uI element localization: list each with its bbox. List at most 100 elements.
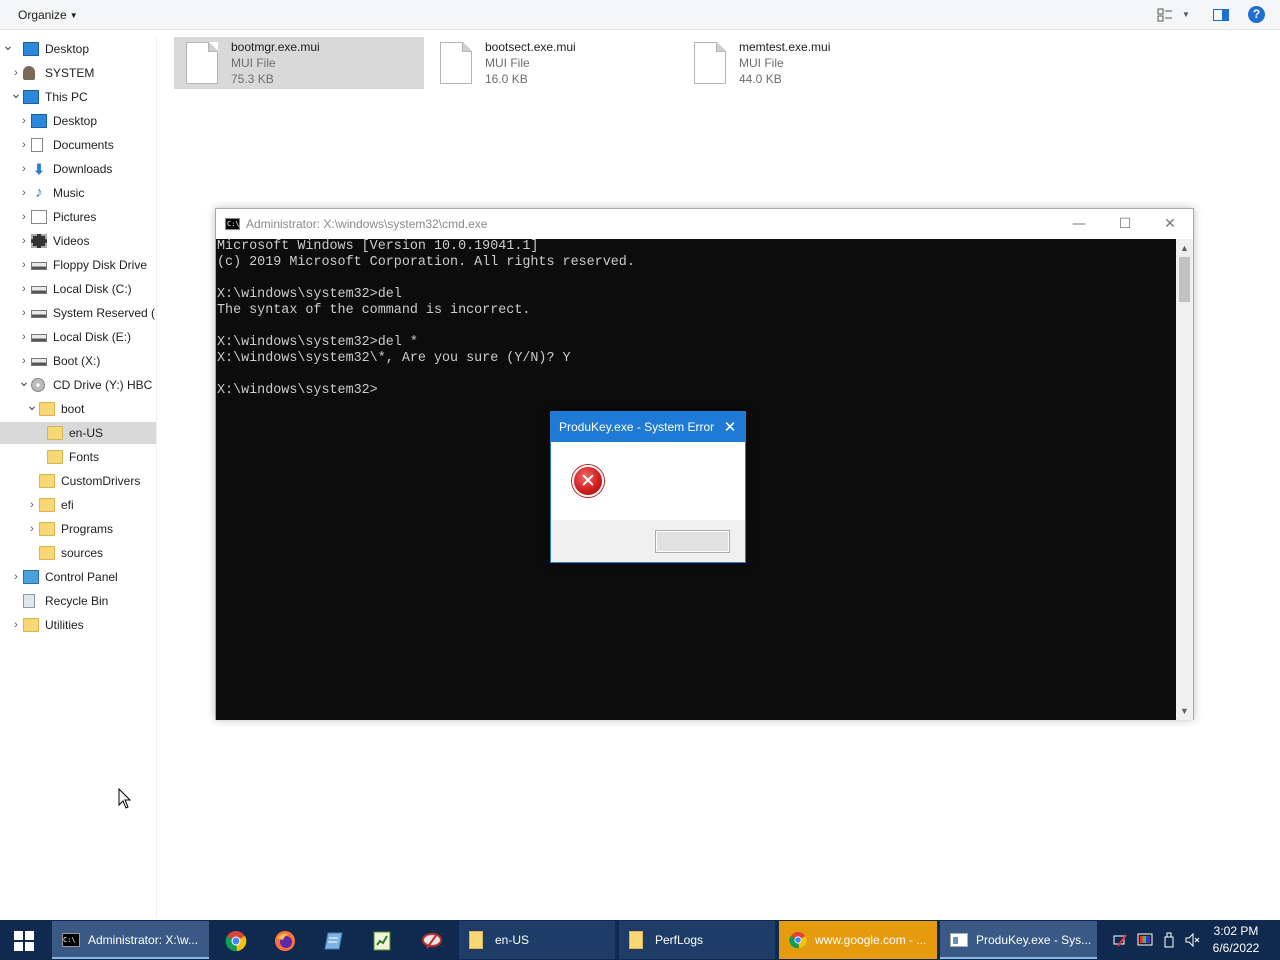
view-options-icon[interactable]: [1157, 7, 1173, 23]
nav-item-cd-drive[interactable]: ⌄ CD Drive (Y:) HBC: [0, 374, 156, 396]
nav-item-local-disk-c[interactable]: › Local Disk (C:): [0, 278, 156, 300]
chevron-right-icon[interactable]: ›: [18, 134, 30, 156]
nav-item-boot-x[interactable]: › Boot (X:): [0, 350, 156, 372]
console-scrollbar[interactable]: ▲ ▼: [1176, 239, 1193, 720]
preview-pane-icon[interactable]: [1213, 7, 1229, 23]
drive-icon: [31, 358, 47, 366]
firefox-icon[interactable]: [274, 930, 296, 952]
downloads-icon: ⬇: [33, 161, 45, 177]
chevron-right-icon[interactable]: ›: [26, 518, 38, 540]
nav-item-fonts[interactable]: Fonts: [0, 446, 156, 468]
cmd-title: Administrator: X:\windows\system32\cmd.e…: [246, 217, 488, 231]
nav-item-downloads[interactable]: › ⬇ Downloads: [0, 158, 156, 180]
chevron-right-icon[interactable]: ›: [18, 158, 30, 180]
nav-item-label: Fonts: [69, 450, 100, 464]
nav-item-system-reserved[interactable]: › System Reserved (: [0, 302, 156, 324]
nav-item-en-us[interactable]: en-US: [0, 422, 156, 444]
chevron-right-icon[interactable]: ›: [18, 182, 30, 204]
help-icon[interactable]: ?: [1248, 6, 1265, 23]
chevron-right-icon[interactable]: ›: [18, 206, 30, 228]
start-button[interactable]: [0, 920, 48, 960]
system-error-dialog[interactable]: ProduKey.exe - System Error ✕ ✕: [550, 411, 746, 563]
console-line: The syntax of the command is incorrect.: [217, 303, 531, 318]
nav-item-floppy[interactable]: › Floppy Disk Drive: [0, 254, 156, 276]
scrollbar-thumb[interactable]: [1179, 257, 1190, 302]
nav-item-documents[interactable]: › Documents: [0, 134, 156, 156]
clock-time: 3:02 PM: [1213, 924, 1259, 938]
chevron-right-icon[interactable]: ›: [10, 62, 22, 84]
chevron-right-icon[interactable]: ›: [18, 350, 30, 372]
close-button[interactable]: ✕: [1147, 209, 1193, 239]
nav-item-recycle-bin[interactable]: Recycle Bin: [0, 590, 156, 612]
chevron-right-icon[interactable]: ›: [10, 566, 22, 588]
file-tile[interactable]: bootsect.exe.mui MUI File 16.0 KB: [428, 37, 678, 89]
taskbar-item-label: Administrator: X:\w...: [88, 933, 199, 947]
file-tile[interactable]: memtest.exe.mui MUI File 44.0 KB: [682, 37, 932, 89]
app-icon[interactable]: [421, 930, 443, 952]
nav-item-utilities[interactable]: › Utilities: [0, 614, 156, 636]
nav-item-programs[interactable]: › Programs: [0, 518, 156, 540]
chevron-right-icon[interactable]: ›: [18, 302, 30, 324]
folder-icon: [47, 450, 63, 464]
file-tile[interactable]: bootmgr.exe.mui MUI File 75.3 KB: [174, 37, 424, 89]
network-tray-icon[interactable]: [1113, 932, 1129, 948]
nav-item-desktop-root[interactable]: ⌄ Desktop: [0, 38, 156, 60]
file-type: MUI File: [739, 56, 784, 70]
chevron-right-icon[interactable]: ›: [18, 110, 30, 132]
usb-tray-icon[interactable]: [1161, 932, 1177, 948]
chevron-right-icon[interactable]: ›: [18, 278, 30, 300]
computer-icon: [23, 90, 39, 104]
nav-item-label: CustomDrivers: [61, 474, 141, 488]
minimize-button[interactable]: —: [1056, 209, 1102, 239]
nav-item-label: Utilities: [45, 618, 84, 632]
chevron-down-icon[interactable]: ⌄: [2, 38, 14, 56]
nav-item-sources[interactable]: sources: [0, 542, 156, 564]
volume-muted-icon[interactable]: [1184, 932, 1200, 948]
nav-item-customdrivers[interactable]: CustomDrivers: [0, 470, 156, 492]
scroll-up-arrow-icon[interactable]: ▲: [1176, 240, 1193, 256]
chevron-down-icon[interactable]: ⌄: [18, 374, 30, 392]
cmd-title-bar[interactable]: C:\ Administrator: X:\windows\system32\c…: [216, 209, 1193, 239]
nav-item-control-panel[interactable]: › Control Panel: [0, 566, 156, 588]
organize-menu[interactable]: Organize ▼: [18, 8, 78, 22]
nav-item-label: Documents: [53, 138, 114, 152]
windows-logo-icon: [14, 931, 23, 940]
taskbar-item-cmd[interactable]: C:\ Administrator: X:\w...: [52, 921, 209, 959]
nav-item-videos[interactable]: › Videos: [0, 230, 156, 252]
nav-item-boot[interactable]: ⌄ boot: [0, 398, 156, 420]
nav-item-this-pc[interactable]: ⌄ This PC: [0, 86, 156, 108]
scroll-down-arrow-icon[interactable]: ▼: [1176, 703, 1193, 719]
nav-item-music[interactable]: › ♪ Music: [0, 182, 156, 204]
dialog-title-bar[interactable]: ProduKey.exe - System Error ✕: [551, 412, 745, 442]
chevron-down-icon[interactable]: ⌄: [10, 86, 22, 104]
nav-item-efi[interactable]: › efi: [0, 494, 156, 516]
taskbar-item-produkey[interactable]: ProduKey.exe - Sys...: [940, 921, 1097, 959]
clock-date: 6/6/2022: [1212, 941, 1260, 955]
nav-item-local-disk-e[interactable]: › Local Disk (E:): [0, 326, 156, 348]
nav-item-label: Control Panel: [45, 570, 118, 584]
taskbar-item-perflogs[interactable]: PerfLogs: [619, 921, 775, 959]
dialog-ok-button[interactable]: [655, 530, 730, 553]
nav-item-pictures[interactable]: › Pictures: [0, 206, 156, 228]
view-dropdown-chevron-icon[interactable]: ▼: [1182, 10, 1198, 26]
editor-icon[interactable]: [371, 930, 393, 952]
chevron-down-icon[interactable]: ⌄: [26, 398, 38, 416]
nav-item-desktop[interactable]: › Desktop: [0, 110, 156, 132]
nav-item-system[interactable]: › SYSTEM: [0, 62, 156, 84]
dialog-close-button[interactable]: ✕: [715, 412, 745, 442]
chrome-icon[interactable]: [225, 930, 247, 952]
maximize-button[interactable]: ☐: [1102, 209, 1148, 239]
chevron-right-icon[interactable]: ›: [18, 254, 30, 276]
display-tray-icon[interactable]: [1137, 932, 1153, 948]
chevron-right-icon[interactable]: ›: [18, 230, 30, 252]
dialog-title: ProduKey.exe - System Error: [559, 420, 715, 434]
taskbar-item-google[interactable]: www.google.com - ...: [779, 921, 937, 959]
chevron-right-icon[interactable]: ›: [10, 614, 22, 636]
taskbar-item-en-us[interactable]: en-US: [459, 921, 615, 959]
drive-icon: [31, 310, 47, 318]
chevron-right-icon[interactable]: ›: [26, 494, 38, 516]
system-clock[interactable]: 3:02 PM 6/6/2022: [1206, 923, 1266, 957]
drive-icon: [31, 334, 47, 342]
chevron-right-icon[interactable]: ›: [18, 326, 30, 348]
notepad-icon[interactable]: [323, 930, 345, 952]
